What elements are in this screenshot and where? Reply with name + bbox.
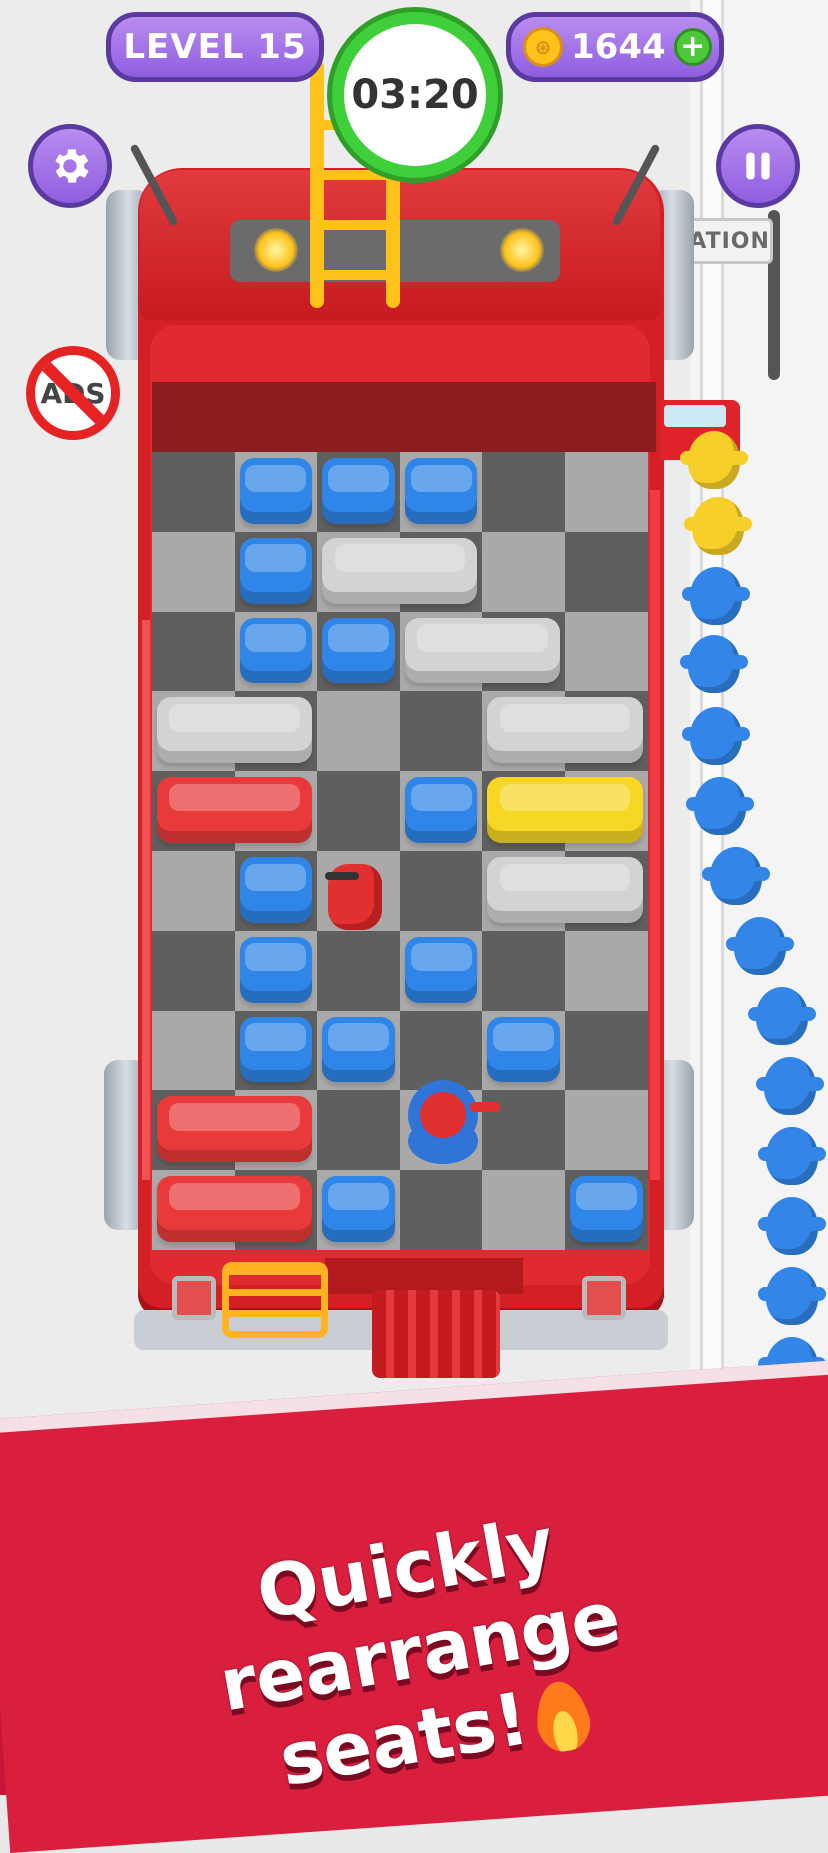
blue-passenger — [748, 987, 816, 1045]
blue-passenger — [756, 1057, 824, 1115]
coin-icon: ⊛ — [523, 27, 563, 67]
level-indicator: LEVEL 15 — [106, 12, 324, 82]
yellow-passenger — [684, 497, 752, 555]
blue-passenger — [686, 777, 754, 835]
blue-passenger — [680, 635, 748, 693]
blue-passenger — [702, 847, 770, 905]
coin-counter: ⊛ 1644 + — [506, 12, 724, 82]
no-ads-button[interactable]: ADS — [26, 346, 120, 440]
add-coins-button[interactable]: + — [673, 28, 712, 66]
blue-passenger — [682, 567, 750, 625]
flame-icon — [530, 1677, 596, 1756]
gear-icon — [55, 149, 89, 183]
yellow-passenger — [680, 431, 748, 489]
settings-button[interactable] — [28, 124, 112, 208]
blue-passenger — [758, 1197, 826, 1255]
countdown-timer: 03:20 — [332, 12, 498, 178]
pause-button[interactable] — [716, 124, 800, 208]
blue-passenger — [758, 1127, 826, 1185]
coin-amount: 1644 — [571, 27, 666, 67]
blue-passenger — [682, 707, 750, 765]
blue-passenger — [726, 917, 794, 975]
passenger-queue — [0, 0, 828, 1420]
blue-passenger — [758, 1267, 826, 1325]
pause-icon — [746, 152, 770, 180]
